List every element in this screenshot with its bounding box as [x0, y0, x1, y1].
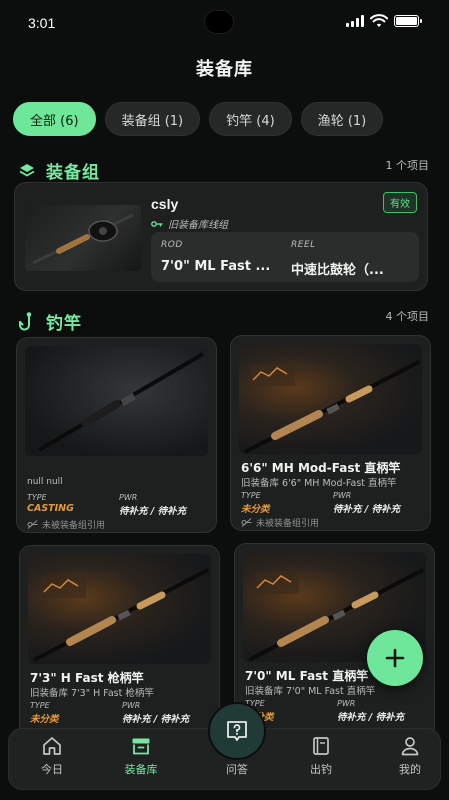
pwr-label: PWR	[333, 491, 352, 500]
kit-name: csly	[151, 196, 179, 212]
battery-icon	[394, 15, 422, 27]
reel-label: REEL	[291, 240, 316, 250]
filter-reels[interactable]: 渔轮 (1)	[300, 102, 384, 136]
signal-icon	[346, 15, 364, 27]
pwr-label: PWR	[119, 493, 138, 502]
kit-subtitle-row: 旧装备库线组	[151, 216, 228, 231]
rod-subtitle: 旧装备库 7'3" H Fast 枪柄竿	[30, 688, 154, 699]
rod-subtitle: 旧装备库 6'6" MH Mod-Fast 直柄竿	[241, 478, 397, 489]
kit-thumbnail	[25, 205, 141, 271]
nav-library[interactable]: 装备库	[106, 735, 176, 777]
unused-text: 未被装备组引用	[42, 521, 106, 531]
pwr-label: PWR	[337, 699, 356, 708]
rod-value: 7'0" ML Fast ...	[161, 259, 271, 274]
nav-qa[interactable]	[208, 702, 266, 760]
unused-note: 未被装备组引用	[241, 516, 319, 529]
nav-me-label: 我的	[399, 763, 421, 776]
wifi-icon	[370, 14, 388, 27]
kit-specs: ROD 7'0" ML Fast ... REEL 中速比鼓轮（...	[151, 232, 419, 282]
nav-trip-label: 出钓	[310, 763, 332, 776]
status-icons	[346, 14, 422, 28]
rod-title: 6'6" MH Mod-Fast 直柄竿	[241, 461, 401, 475]
reel-value: 中速比鼓轮（...	[291, 263, 384, 278]
rods-section-title: 钓竿	[46, 314, 82, 334]
kits-section-header: 装备组	[18, 158, 100, 183]
pwr-value: 待补充 / 待补充	[333, 504, 401, 515]
filter-rods[interactable]: 钓竿 (4)	[209, 102, 292, 136]
rod-title: 7'0" ML Fast 直柄竿	[245, 669, 369, 683]
page-title: 装备库	[196, 59, 253, 80]
archive-icon	[132, 738, 150, 755]
add-button[interactable]	[367, 630, 423, 686]
type-label: TYPE	[27, 493, 47, 502]
filter-tabs: 全部 (6) 装备组 (1) 钓竿 (4) 渔轮 (1)	[13, 102, 384, 136]
plus-icon	[385, 648, 405, 668]
home-icon	[43, 737, 61, 755]
kits-section-count: 1 个项目	[385, 159, 430, 172]
rod-card[interactable]: null null TYPE CASTING PWR 待补充 / 待补充 未被装…	[16, 337, 217, 533]
status-time: 3:01	[28, 15, 56, 31]
unlink-icon	[27, 520, 38, 529]
rods-section-header: 钓竿	[18, 309, 82, 334]
rod-subtitle: 旧装备库 7'0" ML Fast 直柄竿	[245, 686, 376, 697]
type-label: TYPE	[30, 701, 50, 710]
filter-all[interactable]: 全部 (6)	[13, 102, 96, 136]
filter-kits[interactable]: 装备组 (1)	[104, 102, 201, 136]
pwr-label: PWR	[122, 701, 141, 710]
type-value: 未分类	[30, 714, 59, 725]
kit-card[interactable]: csly 旧装备库线组 有效 ROD 7'0" ML Fast ... REEL…	[14, 182, 428, 291]
camera-cutout	[204, 10, 234, 34]
rod-image	[239, 344, 422, 454]
rod-card[interactable]: 7'3" H Fast 枪柄竿 旧装备库 7'3" H Fast 枪柄竿 TYP…	[19, 545, 220, 741]
type-value: 未分类	[241, 504, 270, 515]
user-icon	[401, 737, 419, 756]
logbook-icon	[313, 737, 329, 755]
nav-today[interactable]: 今日	[17, 735, 87, 777]
unlink-icon	[241, 518, 252, 527]
pwr-value: 待补充 / 待补充	[119, 506, 187, 517]
status-badge: 有效	[383, 192, 417, 213]
rods-section-count: 4 个项目	[385, 310, 430, 323]
rod-label: ROD	[161, 240, 183, 250]
nav-library-label: 装备库	[124, 763, 158, 776]
status-bar: 3:01	[0, 0, 449, 44]
rod-image	[25, 346, 208, 456]
layers-icon	[19, 163, 35, 176]
link-icon	[151, 220, 163, 227]
unused-text: 未被装备组引用	[256, 519, 320, 529]
nav-qa-label: 问答	[226, 763, 248, 776]
rod-title: 7'3" H Fast 枪柄竿	[30, 671, 144, 685]
fishing-hook-icon	[19, 311, 32, 330]
rod-card[interactable]: 6'6" MH Mod-Fast 直柄竿 旧装备库 6'6" MH Mod-Fa…	[230, 335, 431, 531]
pwr-value: 待补充 / 待补充	[337, 712, 405, 723]
kit-subtitle: 旧装备库线组	[168, 220, 228, 231]
pwr-value: 待补充 / 待补充	[122, 714, 190, 725]
type-value: CASTING	[27, 503, 74, 514]
unused-note: 未被装备组引用	[27, 518, 105, 531]
nav-today-label: 今日	[41, 763, 63, 776]
rod-name: null null	[27, 477, 63, 487]
rod-image	[28, 554, 211, 664]
type-label: TYPE	[241, 491, 261, 500]
nav-trip[interactable]: 出钓	[286, 735, 356, 777]
question-chat-icon	[227, 721, 247, 741]
bottom-nav: 今日 装备库 问答 出钓 我的	[8, 702, 441, 790]
nav-me[interactable]: 我的	[375, 735, 445, 777]
kits-section-title: 装备组	[46, 163, 100, 183]
